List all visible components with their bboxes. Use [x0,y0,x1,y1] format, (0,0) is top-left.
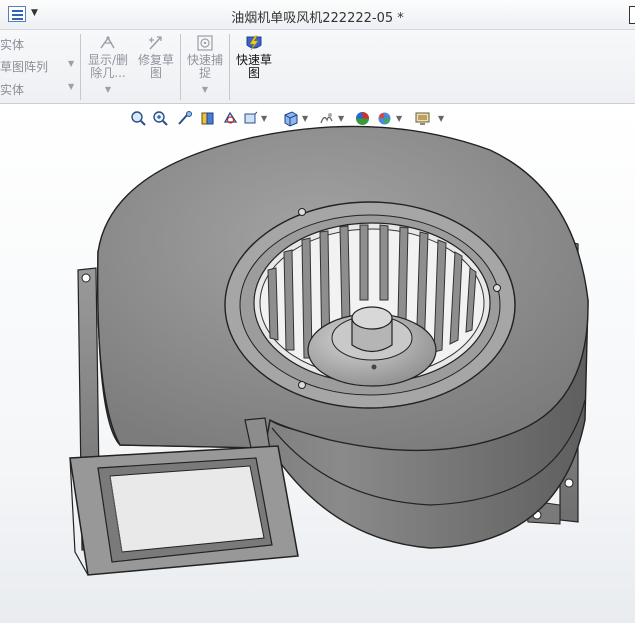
chevron-down-icon[interactable]: ▼ [302,114,308,123]
chevron-down-icon[interactable]: ▼ [68,59,74,68]
ribbon-item-label: 实体 [0,38,25,52]
edit-appearance-icon[interactable] [318,110,335,127]
section-view-icon[interactable] [199,110,216,127]
hide-show-items-icon[interactable] [282,110,299,127]
view-orientation-icon[interactable] [222,110,239,127]
show-hide-relations-icon [98,34,118,52]
ribbon-item-sketch-pattern[interactable]: 草图阵列 ▼ [0,58,80,76]
title-bar: ▼ 油烟机单吸风机222222-05 * [0,0,635,30]
window-title: 油烟机单吸风机222222-05 * [231,11,404,26]
quick-snaps-label: 快速捕 捉 [186,53,223,80]
quick-snaps-icon [195,34,215,52]
rapid-sketch-label: 快速草 图 [235,53,272,80]
chevron-down-icon[interactable]: ▼ [338,114,344,123]
chevron-down-icon[interactable]: ▼ [396,114,402,123]
ribbon-item-label: 草图阵列 [0,60,49,74]
chevron-down-icon[interactable]: ▼ [438,114,444,123]
features-group: 实体 草图阵列 ▼ 实体 ▼ [0,30,80,104]
command-manager-ribbon: 实体 草图阵列 ▼ 实体 ▼ 显示/删 除几... ▼ 修复草 图 快速捕 捉 … [0,30,635,104]
chevron-down-icon[interactable]: ▼ [86,83,130,96]
show-hide-relations-button[interactable]: 显示/删 除几... ▼ [86,34,130,96]
chevron-down-icon[interactable]: ▼ [68,82,74,91]
ribbon-item-solid-2[interactable]: 实体 ▼ [0,81,80,99]
apply-scene-icon[interactable] [354,110,371,127]
repair-sketch-label: 修复草 图 [137,53,174,80]
rapid-sketch-icon [244,34,264,52]
blower-fan-model[interactable] [0,105,635,623]
quick-snaps-button[interactable]: 快速捕 捉 ▼ [184,34,226,96]
chevron-down-icon[interactable]: ▼ [184,83,226,96]
rapid-sketch-button[interactable]: 快速草 图 [233,34,275,80]
repair-sketch-button[interactable]: 修复草 图 [136,34,176,80]
graphics-area[interactable] [0,105,635,623]
heads-up-view-toolbar: ▼ ▼ ▼ ▼ ▼ [128,108,458,130]
ribbon-item-solid-1[interactable]: 实体 [0,36,24,54]
zoom-to-area-icon[interactable] [152,110,169,127]
show-hide-relations-label: 显示/删 除几... [87,53,129,80]
window-control-button[interactable] [629,6,635,24]
ribbon-divider [229,34,230,100]
monitor-display-icon[interactable] [414,110,431,127]
ribbon-divider [180,34,181,100]
zoom-to-fit-icon[interactable] [130,110,147,127]
chevron-down-icon[interactable]: ▼ [261,114,267,123]
ribbon-divider [80,34,81,100]
display-style-icon[interactable] [242,110,259,127]
repair-sketch-icon [146,34,166,52]
view-settings-icon[interactable] [376,110,393,127]
previous-view-icon[interactable] [176,110,193,127]
ribbon-item-label: 实体 [0,83,25,97]
